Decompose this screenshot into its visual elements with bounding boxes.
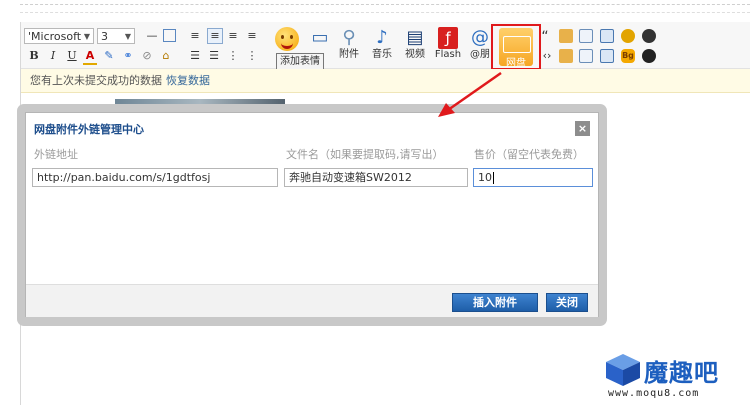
watermark: 魔趣吧 www.moqu8.com	[604, 350, 744, 400]
watermark-brand: 魔趣吧	[644, 359, 719, 387]
arrow-head	[438, 103, 455, 117]
arrow-line	[447, 71, 502, 112]
cube-logo-icon	[606, 354, 640, 386]
watermark-url: www.moqu8.com	[608, 388, 700, 399]
red-arrow-annotation	[438, 71, 502, 117]
